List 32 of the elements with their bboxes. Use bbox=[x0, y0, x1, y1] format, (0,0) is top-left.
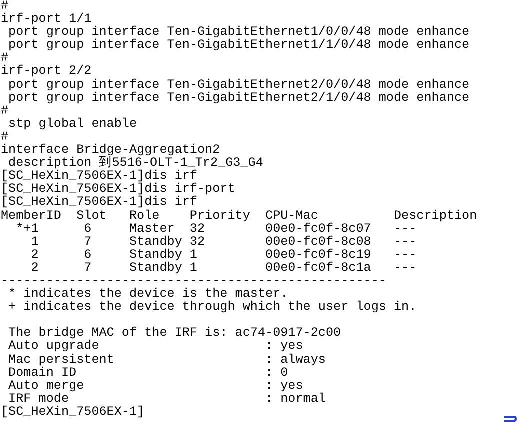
terminal-line: port group interface Ten-GigabitEthernet1/1/0/48 mode enhance bbox=[8, 39, 470, 52]
terminal-line: IRF mode : normal bbox=[8, 392, 326, 406]
terminal-line: 2 6 Standby 1 00e0-fc0f-8c19 --- bbox=[30, 248, 417, 262]
terminal-line: Auto merge : yes bbox=[8, 380, 304, 393]
terminal-line: # bbox=[1, 104, 9, 118]
terminal-line: MemberID Slot Role Priority CPU-Mac Description bbox=[1, 210, 478, 222]
terminal-line: 1 7 Standby 32 00e0-fc0f-8c08 --- bbox=[30, 236, 417, 249]
terminal-line: stp global enable bbox=[8, 118, 138, 131]
terminal-line: # bbox=[1, 0, 9, 13]
terminal-line: [SC_HeXin_7506EX-1]dis irf bbox=[1, 196, 198, 210]
terminal-line: description 到5516-OLT-1_Tr2_G3_G4 bbox=[8, 157, 264, 170]
terminal-line: interface Bridge-Aggregation2 bbox=[1, 144, 220, 158]
terminal-line: * indicates the device is the master. bbox=[8, 288, 288, 302]
terminal-line: --------------------------------------------------- bbox=[1, 274, 386, 288]
terminal-line: # bbox=[1, 130, 9, 144]
terminal-line: irf-port 2/2 bbox=[1, 65, 92, 79]
terminal-line: Domain ID : 0 bbox=[8, 366, 288, 380]
terminal-line: [SC_HeXin_7506EX-1]dis irf-port bbox=[1, 183, 236, 196]
terminal-line: port group interface Ten-GigabitEthernet1/0/0/48 mode enhance bbox=[8, 26, 470, 40]
terminal-line: Auto upgrade : yes bbox=[8, 340, 304, 354]
terminal-line: + indicates the device through which the user logs in. bbox=[8, 301, 417, 314]
terminal-line: # bbox=[1, 52, 9, 66]
terminal-line: [SC_HeXin_7506EX-1]dis irf bbox=[1, 170, 198, 184]
terminal-line: irf-port 1/1 bbox=[1, 13, 92, 26]
terminal-line: [SC_HeXin_7506EX-1] bbox=[1, 406, 145, 419]
hook-icon bbox=[503, 415, 517, 423]
terminal-line: port group interface Ten-GigabitEthernet2/1/0/48 mode enhance bbox=[8, 92, 470, 105]
terminal-line: *+1 6 Master 32 00e0-fc0f-8c07 --- bbox=[15, 222, 417, 236]
terminal-line: The bridge MAC of the IRF is: ac74-0917-2c00 bbox=[8, 327, 342, 340]
terminal-line: port group interface Ten-GigabitEthernet2/0/0/48 mode enhance bbox=[8, 78, 470, 92]
terminal-line: 2 7 Standby 1 00e0-fc0f-8c1a --- bbox=[30, 262, 417, 275]
terminal-line: Mac persistent : always bbox=[8, 354, 326, 367]
